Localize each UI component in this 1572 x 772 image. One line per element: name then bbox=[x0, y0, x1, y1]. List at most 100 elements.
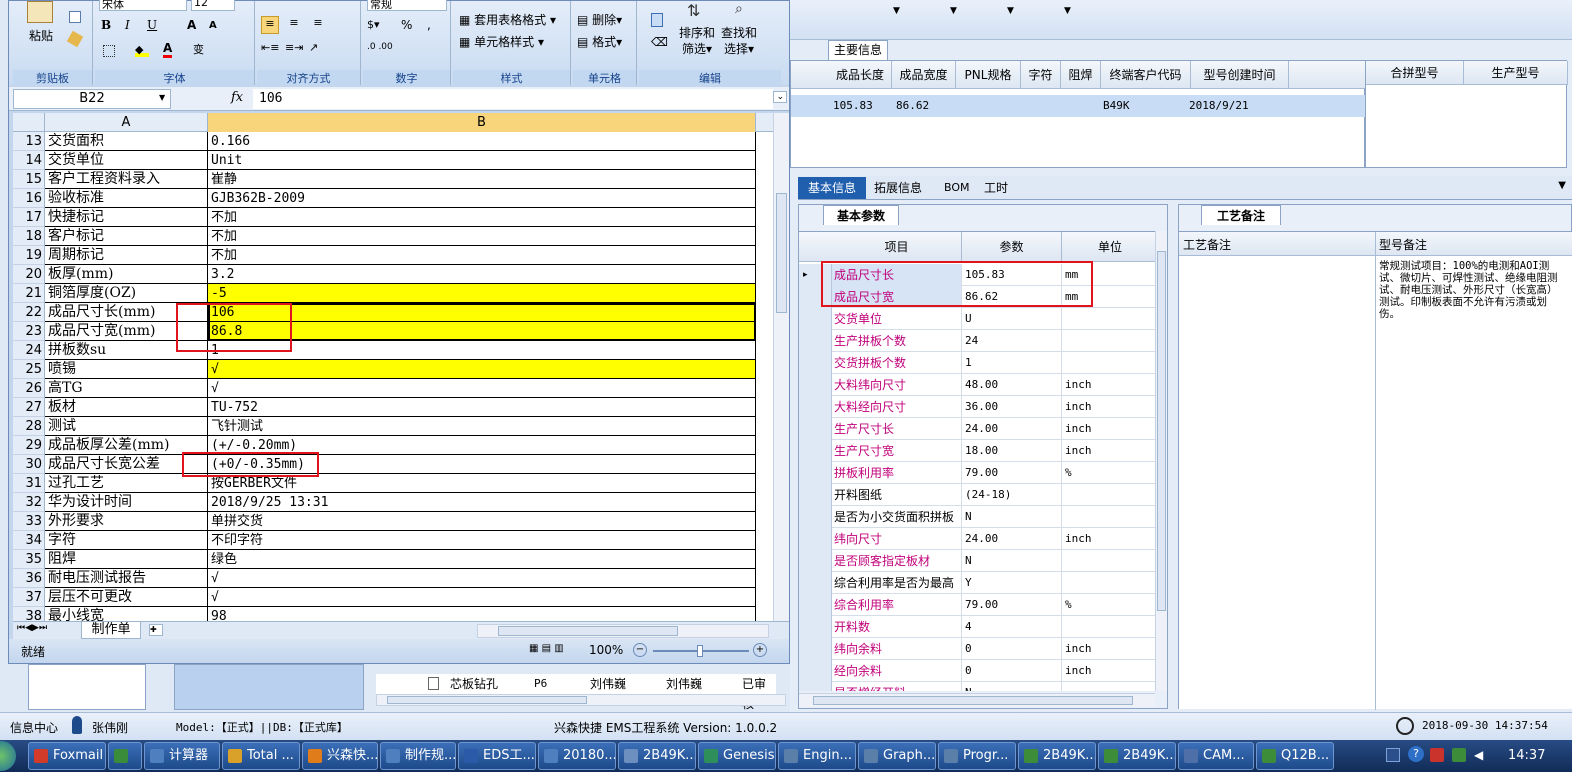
currency-button[interactable]: $▾ bbox=[367, 18, 380, 31]
clear-icon[interactable]: ⌫ bbox=[651, 35, 668, 49]
horizontal-scrollbar[interactable] bbox=[376, 694, 786, 706]
taskbar-item[interactable]: 制作规... bbox=[380, 742, 456, 770]
view-buttons[interactable]: ▦ ▤ ▥ bbox=[529, 643, 581, 659]
font-color-button[interactable]: A bbox=[163, 41, 173, 58]
row-header[interactable]: 30 bbox=[13, 455, 45, 474]
param-value[interactable]: N bbox=[962, 682, 1062, 691]
cell-b[interactable]: TU-752 bbox=[208, 398, 756, 417]
format-button[interactable]: ▤ 格式▾ bbox=[577, 33, 622, 50]
param-row[interactable]: 是否为小交货面积拼板 N bbox=[799, 506, 1159, 528]
row-header[interactable]: 19 bbox=[13, 246, 45, 265]
row-selector[interactable] bbox=[799, 462, 832, 484]
column-header-b[interactable]: B bbox=[208, 113, 756, 132]
cell-b[interactable]: √ bbox=[208, 569, 756, 588]
align-right-icon[interactable]: ≡ bbox=[309, 16, 327, 34]
horizontal-scrollbar[interactable] bbox=[799, 693, 1155, 707]
cell-b[interactable]: 0.166 bbox=[208, 132, 756, 151]
col-header[interactable]: 型号备注 bbox=[1379, 236, 1427, 253]
taskbar-item[interactable]: Q12B... bbox=[1256, 742, 1334, 770]
delete-button[interactable]: ▤ 删除▾ bbox=[577, 11, 622, 28]
param-value[interactable]: 79.00 bbox=[962, 594, 1062, 616]
param-value[interactable]: 24.00 bbox=[962, 418, 1062, 440]
cell-b[interactable]: 崔静 bbox=[208, 170, 756, 189]
param-value[interactable]: N bbox=[962, 506, 1062, 528]
sheet-nav-icon[interactable]: ⏮◀▶⏭ bbox=[17, 623, 47, 633]
cell-b[interactable]: 3.2 bbox=[208, 265, 756, 284]
select-all-corner[interactable] bbox=[13, 113, 45, 132]
row-header[interactable]: 22 bbox=[13, 303, 45, 322]
col-header[interactable]: 工艺备注 bbox=[1183, 236, 1231, 253]
italic-button[interactable]: I bbox=[125, 18, 130, 32]
row-selector[interactable] bbox=[799, 594, 832, 616]
row-header[interactable]: 24 bbox=[13, 341, 45, 360]
tray-icon[interactable] bbox=[1452, 748, 1466, 762]
row-selector[interactable] bbox=[799, 682, 832, 691]
col-header[interactable]: 合拼型号 bbox=[1366, 61, 1464, 85]
row-header[interactable]: 35 bbox=[13, 550, 45, 569]
row-selector[interactable] bbox=[799, 484, 832, 506]
taskbar-item[interactable]: 计算器 bbox=[144, 742, 220, 770]
cell-a[interactable]: 华为设计时间 bbox=[45, 493, 208, 512]
row-selector[interactable] bbox=[799, 572, 832, 594]
tab-extended-info[interactable]: 拓展信息 bbox=[874, 177, 934, 199]
row-header[interactable]: 15 bbox=[13, 170, 45, 189]
row-selector[interactable] bbox=[799, 550, 832, 572]
row-header[interactable]: 37 bbox=[13, 588, 45, 607]
col-header[interactable]: 单位 bbox=[1062, 232, 1159, 262]
taskbar-item[interactable]: 2B49K... bbox=[1098, 742, 1176, 770]
taskbar-item[interactable]: Total ... bbox=[222, 742, 300, 770]
row-selector[interactable] bbox=[799, 352, 832, 374]
copy-icon[interactable] bbox=[69, 11, 81, 23]
param-value[interactable]: 1 bbox=[962, 352, 1062, 374]
row-header[interactable]: 14 bbox=[13, 151, 45, 170]
param-row[interactable]: 综合利用率是否为最高 Y bbox=[799, 572, 1159, 594]
param-value[interactable]: 48.00 bbox=[962, 374, 1062, 396]
param-row[interactable]: 纬向尺寸 24.00 inch bbox=[799, 528, 1159, 550]
cell-b[interactable]: Unit bbox=[208, 151, 756, 170]
param-value[interactable]: 24.00 bbox=[962, 528, 1062, 550]
tab-process-note[interactable]: 工艺备注 bbox=[1201, 205, 1281, 225]
font-size-select[interactable]: 12 bbox=[191, 0, 235, 11]
find-select-button[interactable]: 查找和 选择▾ bbox=[721, 25, 757, 57]
cell-b[interactable]: 2018/9/25 13:31 bbox=[208, 493, 756, 512]
cell-a[interactable]: 最小线宽 bbox=[45, 607, 208, 622]
grow-font-button[interactable]: A bbox=[187, 18, 196, 32]
param-row[interactable]: 是否顾客指定板材 N bbox=[799, 550, 1159, 572]
cell-a[interactable]: 周期标记 bbox=[45, 246, 208, 265]
param-value[interactable]: 4 bbox=[962, 616, 1062, 638]
param-value[interactable]: 0 bbox=[962, 660, 1062, 682]
param-value[interactable]: Y bbox=[962, 572, 1062, 594]
align-center-icon[interactable]: ≡ bbox=[285, 16, 303, 34]
param-row[interactable]: 大料经向尺寸 36.00 inch bbox=[799, 396, 1159, 418]
name-box[interactable]: B22 bbox=[13, 89, 171, 109]
cell-b[interactable]: √ bbox=[208, 360, 756, 379]
taskbar-item[interactable]: Foxmail bbox=[28, 742, 106, 770]
tab-bom[interactable]: BOM bbox=[944, 177, 974, 199]
model-note-text[interactable]: 常规测试项目：100%的电测和AOI测试、微切片、可焊性测试、绝缘电阻测试、耐电… bbox=[1379, 260, 1559, 320]
cell-a[interactable]: 喷锡 bbox=[45, 360, 208, 379]
zoom-out-icon[interactable]: − bbox=[633, 643, 647, 657]
cell-b[interactable]: √ bbox=[208, 588, 756, 607]
param-value[interactable]: 0 bbox=[962, 638, 1062, 660]
param-value[interactable]: 79.00 bbox=[962, 462, 1062, 484]
cell-a[interactable]: 验收标准 bbox=[45, 189, 208, 208]
col-header[interactable]: 参数 bbox=[962, 232, 1062, 262]
cell-a[interactable]: 客户工程资料录入 bbox=[45, 170, 208, 189]
align-left-icon[interactable]: ≡ bbox=[261, 16, 279, 34]
taskbar-item[interactable]: EDS工... bbox=[458, 742, 536, 770]
vertical-scrollbar[interactable] bbox=[1155, 231, 1167, 691]
row-selector[interactable] bbox=[799, 308, 832, 330]
cell-b[interactable]: 飞针测试 bbox=[208, 417, 756, 436]
border-icon[interactable] bbox=[103, 45, 115, 57]
fill-color-icon[interactable]: ◆ bbox=[135, 43, 149, 57]
tab-basic-params[interactable]: 基本参数 bbox=[823, 205, 899, 225]
param-row[interactable]: 纬向余料 0 inch bbox=[799, 638, 1159, 660]
taskbar-item[interactable]: 2B49K... bbox=[618, 742, 696, 770]
row-selector[interactable] bbox=[799, 638, 832, 660]
cell-b[interactable]: 不加 bbox=[208, 227, 756, 246]
param-row[interactable]: 交货拼板个数 1 bbox=[799, 352, 1159, 374]
taskbar-item[interactable]: 2B49K... bbox=[1018, 742, 1096, 770]
chevron-down-icon[interactable]: ▼ bbox=[1558, 180, 1566, 191]
param-row[interactable]: 生产尺寸长 24.00 inch bbox=[799, 418, 1159, 440]
fx-icon[interactable]: fx bbox=[231, 90, 243, 105]
